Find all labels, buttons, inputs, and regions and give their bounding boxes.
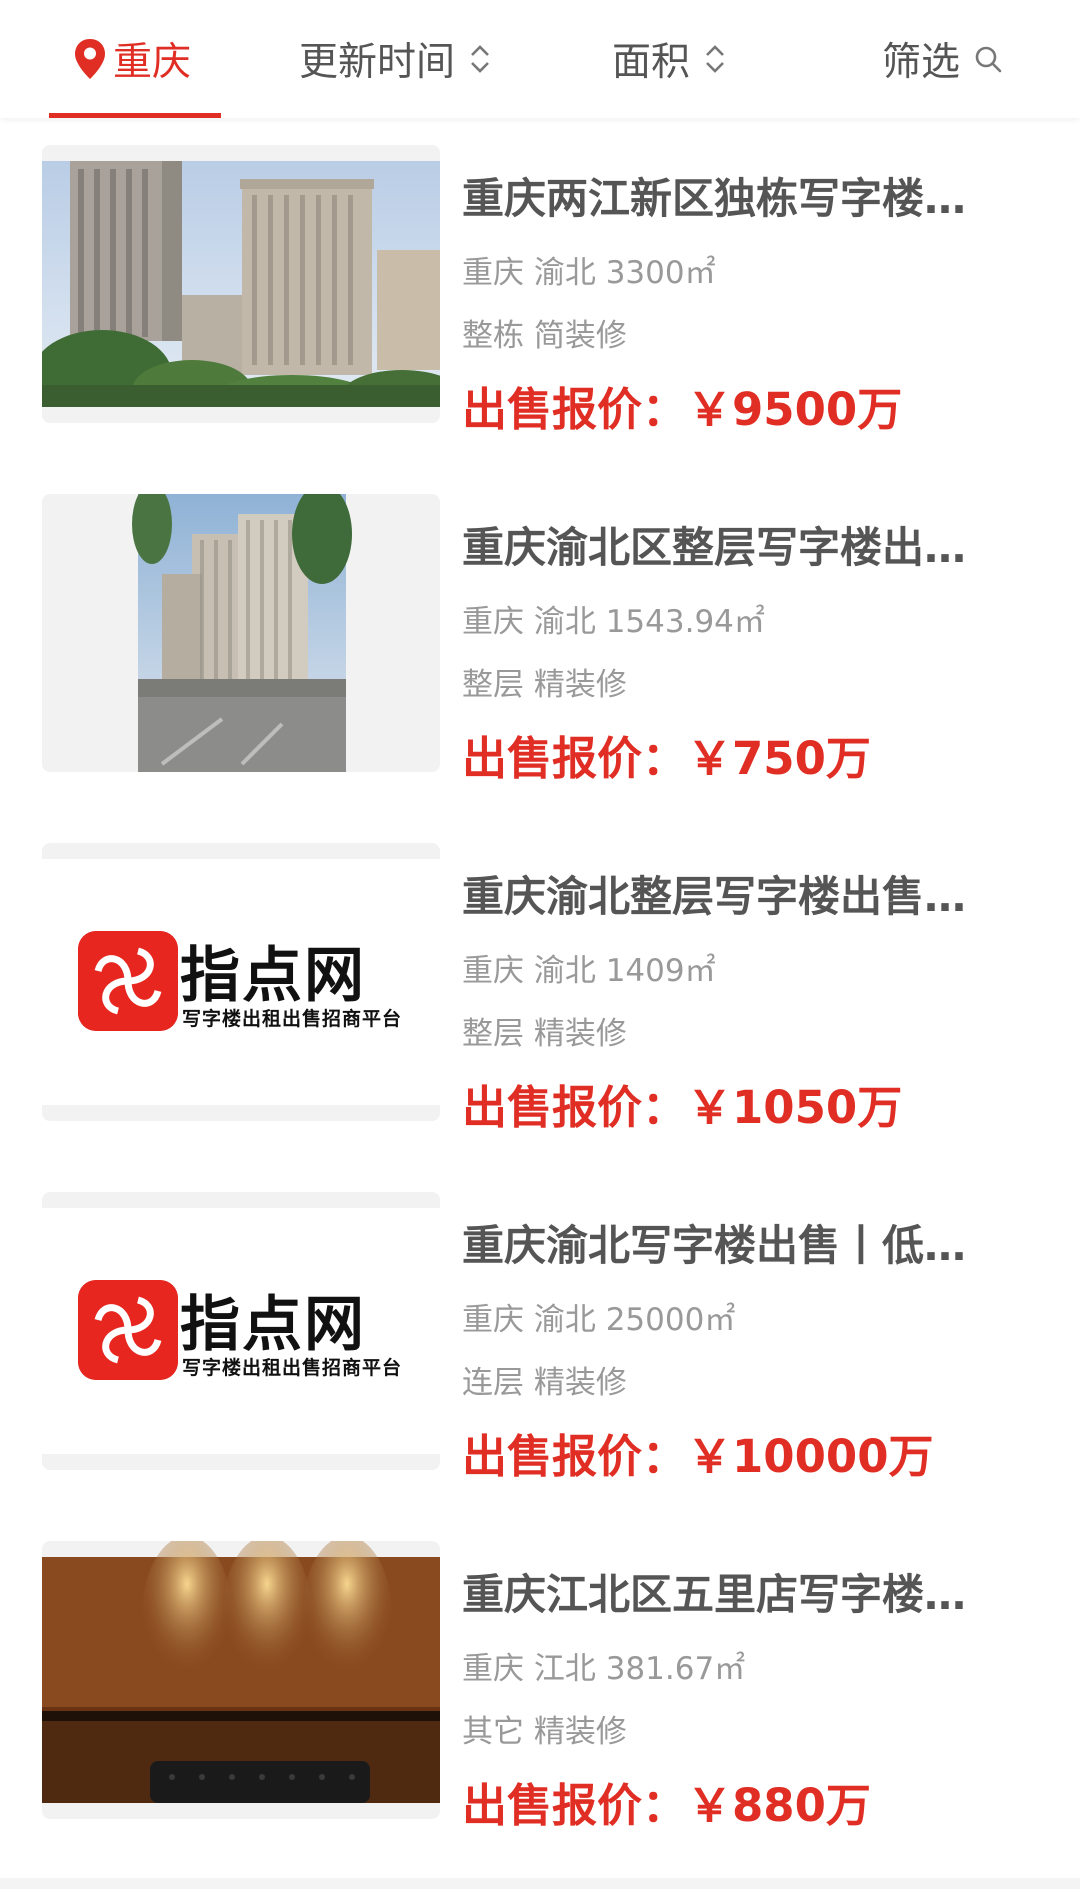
logo-emblem-icon [78,931,178,1031]
listing-type: 其它 精装修 [462,1714,627,1750]
filter-button[interactable]: 筛选 [882,0,1002,118]
active-tab-indicator [49,113,221,118]
logo-name: 指点网 [180,1290,366,1360]
listing-item[interactable]: 重庆渝北区整层写字楼出… 重庆 渝北 1543.94㎡ 整层 精装修 出售报价：… [0,494,1080,844]
listing-type: 整栋 简装修 [462,318,627,354]
search-icon [975,46,1002,73]
city-selector[interactable]: 重庆 [73,0,191,118]
listing-price: 出售报价：￥10000万 [462,1430,934,1483]
listing-location-area: 重庆 渝北 3300㎡ [462,255,716,291]
listing-title[interactable]: 重庆江北区五里店写字楼… [462,1561,1002,1622]
listing-type: 连层 精装修 [462,1365,627,1401]
location-pin-icon [75,39,105,79]
listing-thumbnail[interactable]: 指点网 写字楼出租出售招商平台 [42,1192,440,1470]
listing-location-area: 重庆 江北 381.67㎡ [462,1651,746,1687]
listing-thumbnail[interactable] [42,494,440,772]
logo-tagline: 写字楼出租出售招商平台 [182,1008,403,1030]
listing-location-area: 重庆 渝北 1543.94㎡ [462,604,765,640]
brand-logo: 指点网 写字楼出租出售招商平台 [42,1208,440,1454]
filter-label: 筛选 [882,40,961,85]
listing-item[interactable]: 指点网 写字楼出租出售招商平台 重庆渝北写字楼出售丨低… 重庆 渝北 25000… [0,1192,1080,1542]
logo-tagline: 写字楼出租出售招商平台 [182,1357,403,1379]
listing-price: 出售报价：￥750万 [462,732,871,785]
listing-type: 整层 精装修 [462,1016,627,1052]
listing-item[interactable]: 指点网 写字楼出租出售招商平台 重庆渝北整层写字楼出售… 重庆 渝北 1409㎡… [0,843,1080,1193]
listing-thumbnail[interactable] [42,1541,440,1819]
sort-time-label: 更新时间 [299,40,456,85]
listing-thumbnail[interactable] [42,145,440,423]
listing-type: 整层 精装修 [462,667,627,703]
logo-name: 指点网 [180,941,366,1011]
office-tower-street-photo [132,494,352,772]
listing-title[interactable]: 重庆渝北区整层写字楼出… [462,514,1002,575]
list-bottom-divider [0,1878,1080,1889]
listing-location-area: 重庆 渝北 25000㎡ [462,1302,736,1338]
listing-title[interactable]: 重庆渝北写字楼出售丨低… [462,1212,1002,1273]
sort-updown-icon [706,45,724,73]
listing-thumbnail[interactable]: 指点网 写字楼出租出售招商平台 [42,843,440,1121]
interior-sofa-photo [42,1541,440,1803]
listing-price: 出售报价：￥9500万 [462,383,903,436]
brand-logo: 指点网 写字楼出租出售招商平台 [42,859,440,1105]
logo-emblem-icon [78,1280,178,1380]
listing-title[interactable]: 重庆渝北整层写字楼出售… [462,863,1002,924]
listing-price: 出售报价：￥1050万 [462,1081,903,1134]
listing-item[interactable]: 重庆两江新区独栋写字楼… 重庆 渝北 3300㎡ 整栋 简装修 出售报价：￥95… [0,145,1080,495]
sort-updown-icon [471,45,489,73]
filter-bar: 重庆 更新时间 面积 筛选 [0,0,1080,118]
listing-location-area: 重庆 渝北 1409㎡ [462,953,716,989]
city-label: 重庆 [113,40,192,85]
sort-area-label: 面积 [612,40,691,85]
listing-item[interactable]: 重庆江北区五里店写字楼… 重庆 江北 381.67㎡ 其它 精装修 出售报价：￥… [0,1541,1080,1891]
sort-by-update-time[interactable]: 更新时间 [299,0,491,118]
office-towers-photo [42,145,440,423]
sort-by-area[interactable]: 面积 [612,0,726,118]
listing-title[interactable]: 重庆两江新区独栋写字楼… [462,165,1002,226]
listing-price: 出售报价：￥880万 [462,1779,871,1832]
